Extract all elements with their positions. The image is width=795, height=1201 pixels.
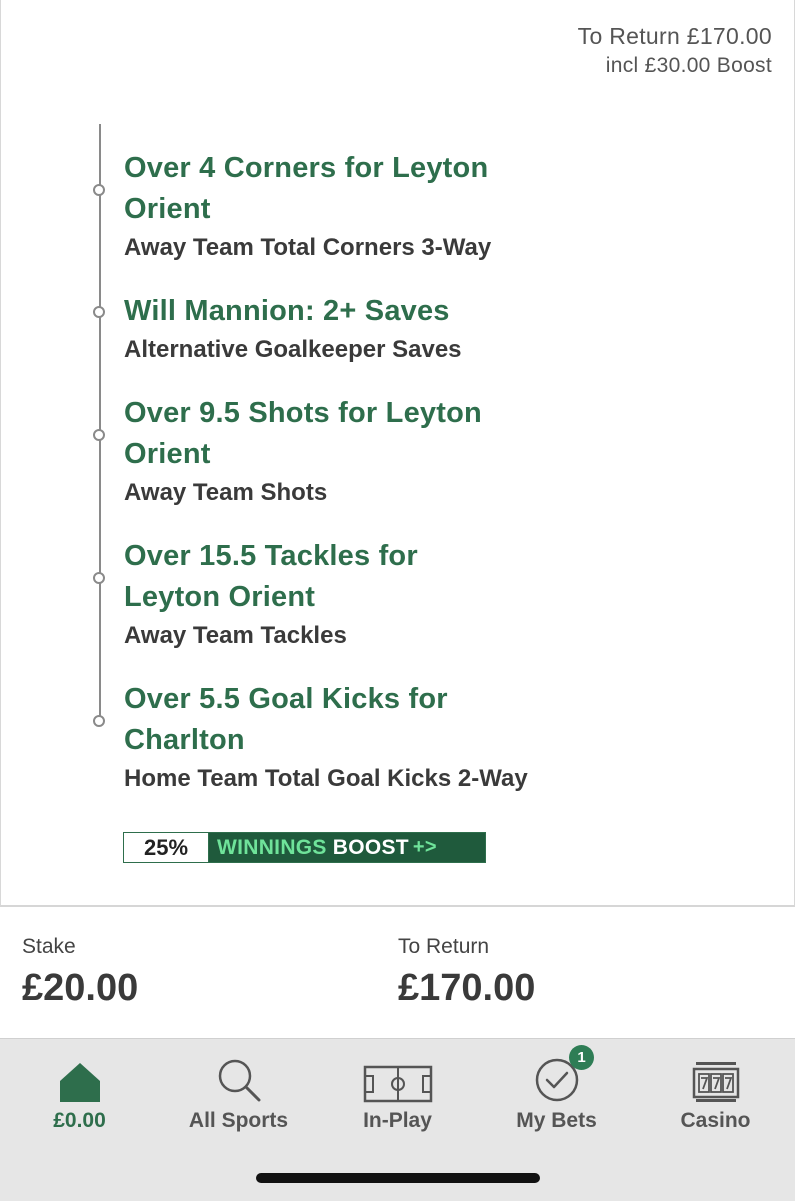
to-return-block: To Return £170.00 bbox=[398, 935, 535, 1010]
potential-return-summary: To Return £170.00 incl £30.00 Boost bbox=[578, 22, 772, 80]
my-bets-count-badge: 1 bbox=[569, 1045, 594, 1070]
search-icon bbox=[218, 1059, 260, 1102]
home-indicator[interactable] bbox=[256, 1173, 540, 1183]
leg-market: Home Team Total Goal Kicks 2-Way bbox=[124, 765, 528, 792]
timeline-dot bbox=[93, 184, 105, 196]
stake-summary: Stake £20.00 To Return £170.00 bbox=[0, 907, 795, 1038]
stake-label: Stake bbox=[22, 935, 76, 958]
to-return-value: £170.00 bbox=[398, 967, 536, 1009]
leg-selection: Will Mannion: 2+ Saves bbox=[124, 295, 450, 327]
leg-market: Away Team Total Corners 3-Way bbox=[124, 234, 492, 261]
tab-all-sports[interactable]: All Sports bbox=[159, 1053, 318, 1133]
tab-my-bets-label: My Bets bbox=[516, 1109, 597, 1132]
slot-machine-icon bbox=[692, 1062, 739, 1102]
boost-label: WINNINGS BOOST +> bbox=[209, 833, 485, 862]
leg-selection: Over 4 Corners for Leyton Orient bbox=[124, 152, 489, 225]
bet-leg: Over 5.5 Goal Kicks for Charlton Home Tea… bbox=[93, 679, 684, 795]
bet-leg: Over 4 Corners for Leyton Orient Away Tea… bbox=[93, 148, 684, 264]
leg-market: Alternative Goalkeeper Saves bbox=[124, 336, 462, 363]
boost-arrow-icon: +> bbox=[412, 836, 437, 858]
leg-market: Away Team Shots bbox=[124, 479, 328, 506]
tab-in-play[interactable]: In-Play bbox=[318, 1053, 477, 1133]
tab-casino[interactable]: Casino bbox=[636, 1053, 795, 1133]
tab-home[interactable]: £0.00 bbox=[0, 1053, 159, 1133]
boost-percent: 25% bbox=[124, 833, 209, 862]
winnings-boost-badge[interactable]: 25% WINNINGS BOOST +> bbox=[123, 832, 486, 863]
leg-selection: Over 9.5 Shots for Leyton Orient bbox=[124, 397, 482, 470]
bet-card: To Return £170.00 incl £30.00 Boost Over… bbox=[0, 0, 795, 907]
timeline-dot bbox=[93, 715, 105, 727]
timeline-dot bbox=[93, 306, 105, 318]
tab-casino-label: Casino bbox=[680, 1109, 751, 1132]
bet-leg: Over 9.5 Shots for Leyton Orient Away Tea… bbox=[93, 393, 684, 509]
legs-timeline-line bbox=[99, 124, 101, 720]
to-return-label: To Return bbox=[398, 935, 490, 958]
tab-in-play-label: In-Play bbox=[363, 1109, 432, 1132]
boost-amount-text: incl £30.00 Boost bbox=[605, 54, 772, 77]
boost-word-winnings: WINNINGS bbox=[217, 835, 327, 859]
boost-word-boost: BOOST bbox=[332, 835, 409, 859]
pitch-icon bbox=[363, 1065, 432, 1103]
leg-selection: Over 15.5 Tackles for Leyton Orient bbox=[124, 540, 418, 613]
tab-my-bets[interactable]: 1 My Bets bbox=[477, 1045, 636, 1133]
timeline-dot bbox=[93, 429, 105, 441]
stake-block: Stake £20.00 bbox=[22, 935, 138, 1010]
timeline-dot bbox=[93, 572, 105, 584]
leg-market: Away Team Tackles bbox=[124, 622, 347, 649]
leg-selection: Over 5.5 Goal Kicks for Charlton bbox=[124, 683, 448, 756]
bet-leg: Will Mannion: 2+ Saves Alternative Goalk… bbox=[93, 291, 684, 366]
stake-value: £20.00 bbox=[22, 967, 139, 1009]
bet-leg: Over 15.5 Tackles for Leyton Orient Away … bbox=[93, 536, 684, 652]
tab-home-label: £0.00 bbox=[53, 1109, 106, 1132]
tab-all-sports-label: All Sports bbox=[188, 1109, 289, 1132]
home-icon bbox=[59, 1063, 100, 1102]
to-return-text: To Return £170.00 bbox=[577, 23, 772, 49]
